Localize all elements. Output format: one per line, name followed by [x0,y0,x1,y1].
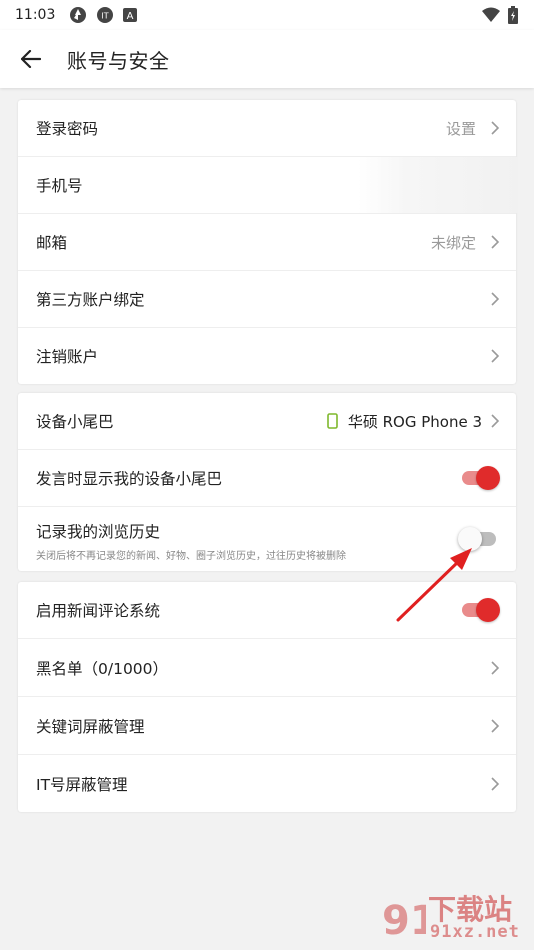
chevron-right-icon [491,121,500,135]
annotation-arrow-icon [396,548,472,622]
login-password-value: 设置 [445,119,476,138]
chevron-right-icon [491,660,500,675]
browse-history-description: 关闭后将不再记录您的新闻、好物、圈子浏览历史，过往历史将被删除 [36,551,346,562]
news-comments-label: 启用新闻评论系统 [36,602,161,620]
app-bar: 账号与安全 [0,30,534,88]
email-row[interactable]: 邮箱 未绑定 [18,214,516,271]
chevron-right-icon [491,292,500,306]
it-block-row[interactable]: IT号屏蔽管理 [18,755,516,812]
show-device-tail-row: 发言时显示我的设备小尾巴 [18,450,516,507]
email-value: 未绑定 [430,233,476,252]
login-password-label: 登录密码 [36,120,99,138]
battery-icon [508,6,518,28]
toggle-knob [476,466,500,490]
phone-number-label: 手机号 [36,177,83,195]
third-party-binding-row[interactable]: 第三方账户绑定 [18,271,516,328]
camera-aperture-icon [69,6,87,24]
blacklist-label: 黑名单（0/1000） [36,659,169,678]
svg-text:IT: IT [102,12,109,21]
phone-icon [327,413,338,429]
it-block-label: IT号屏蔽管理 [36,775,128,794]
chevron-right-icon [491,235,500,249]
ithome-icon: IT [96,6,114,24]
email-label: 邮箱 [36,234,68,252]
device-tail-value: 华硕 ROG Phone 3 [347,412,482,431]
show-device-tail-toggle[interactable] [458,465,500,491]
watermark-logo-icon: 91 [382,898,426,944]
device-tail-value-group: 华硕 ROG Phone 3 [327,411,482,432]
chevron-right-icon [491,776,500,791]
account-section: 登录密码 设置 手机号 邮箱 未绑定 第三方账户绑定 注销账户 [18,100,518,384]
blacklist-row[interactable]: 黑名单（0/1000） [18,639,516,697]
device-tail-label: 设备小尾巴 [36,413,114,431]
watermark: 91 下载站 91xz.net [380,888,530,948]
status-bar: 11:03 IT A [0,0,534,30]
page-title: 账号与安全 [67,49,170,73]
keyword-block-label: 关键词屏蔽管理 [36,717,145,736]
status-time: 11:03 [15,7,56,23]
third-party-binding-label: 第三方账户绑定 [36,291,145,309]
show-device-tail-label: 发言时显示我的设备小尾巴 [36,470,223,488]
wifi-icon [482,7,500,27]
chevron-right-icon [491,718,500,733]
device-tail-row[interactable]: 设备小尾巴 华硕 ROG Phone 3 [18,393,516,450]
chevron-right-icon [491,414,500,428]
a-icon: A [123,8,138,22]
browse-history-label: 记录我的浏览历史 [36,523,161,541]
cancel-account-row[interactable]: 注销账户 [18,328,516,384]
keyword-block-row[interactable]: 关键词屏蔽管理 [18,697,516,755]
chevron-right-icon [491,349,500,363]
back-button[interactable] [12,41,50,77]
svg-text:91: 91 [382,898,426,944]
phone-number-row[interactable]: 手机号 [18,157,518,214]
watermark-url: 91xz.net [430,922,520,942]
redacted-phone-number [358,157,518,213]
svg-text:A: A [127,11,134,22]
login-password-row[interactable]: 登录密码 设置 [18,100,516,157]
back-arrow-icon [21,50,41,68]
cancel-account-label: 注销账户 [36,348,99,366]
